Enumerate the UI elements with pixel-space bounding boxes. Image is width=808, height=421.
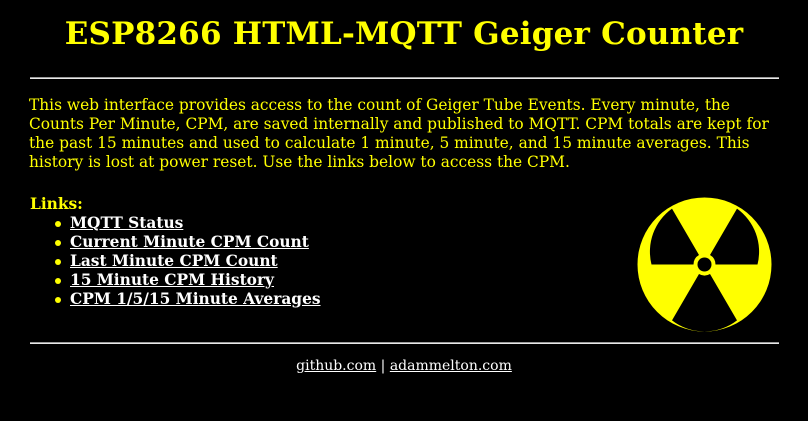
list-item: Current Minute CPM Count (51, 233, 321, 252)
links-heading: Links: (30, 195, 83, 213)
bullet-icon (55, 221, 61, 227)
radiation-trefoil-icon (637, 197, 772, 332)
github-link[interactable]: github.com (296, 358, 376, 374)
last-minute-cpm-link[interactable]: Last Minute CPM Count (70, 252, 278, 270)
page-title: ESP8266 HTML-MQTT Geiger Counter (64, 16, 744, 52)
cpm-averages-link[interactable]: CPM 1/5/15 Minute Averages (70, 290, 321, 308)
cpm-history-link[interactable]: 15 Minute CPM History (70, 271, 274, 289)
bullet-icon (55, 297, 61, 303)
current-minute-cpm-link[interactable]: Current Minute CPM Count (70, 233, 309, 251)
bullet-icon (55, 278, 61, 284)
page: ESP8266 HTML-MQTT Geiger Counter This we… (0, 0, 808, 421)
links-list: MQTT Status Current Minute CPM Count Las… (51, 214, 321, 309)
bottom-divider (30, 342, 779, 344)
list-item: CPM 1/5/15 Minute Averages (51, 290, 321, 309)
bullet-icon (55, 240, 61, 246)
footer-separator: | (380, 358, 386, 374)
list-item: Last Minute CPM Count (51, 252, 321, 271)
list-item: MQTT Status (51, 214, 321, 233)
footer: github.com | adammelton.com (0, 358, 808, 374)
top-divider (30, 77, 779, 79)
intro-paragraph: This web interface provides access to th… (29, 96, 769, 171)
bullet-icon (55, 259, 61, 265)
adammelton-link[interactable]: adammelton.com (390, 358, 512, 374)
list-item: 15 Minute CPM History (51, 271, 321, 290)
mqtt-status-link[interactable]: MQTT Status (70, 214, 183, 232)
